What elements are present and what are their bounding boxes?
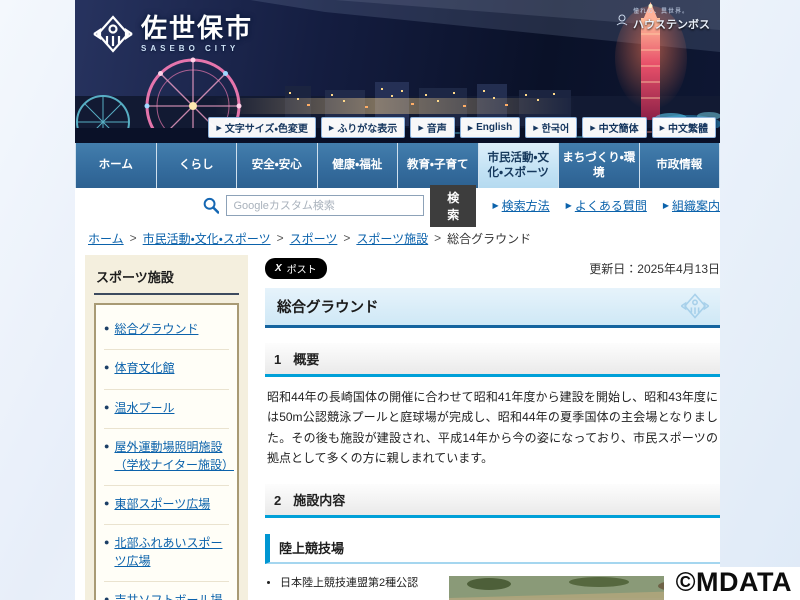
search-icon bbox=[203, 196, 219, 215]
site-title: 佐世保市 bbox=[141, 15, 253, 41]
mdata-watermark: ©MDATA bbox=[664, 567, 800, 600]
audio-button[interactable]: ▶音声 bbox=[410, 117, 454, 138]
breadcrumb-home[interactable]: ホーム bbox=[88, 230, 124, 247]
htb-tagline: 憧れの、異世界。 bbox=[633, 6, 710, 15]
breadcrumb-separator: > bbox=[130, 231, 137, 245]
arrow-marker-icon: ▶ bbox=[533, 124, 538, 132]
nav-tab-kurashi[interactable]: くらし bbox=[157, 143, 238, 188]
search-method-link[interactable]: ▶検索方法 bbox=[492, 197, 549, 214]
arrow-marker-icon: ▶ bbox=[590, 124, 595, 132]
nav-tab-machizukuri[interactable]: まちづくり・環境 bbox=[559, 143, 640, 188]
search-button[interactable]: 検索 bbox=[430, 185, 476, 227]
sidebar-item-taiiku-bunkakan[interactable]: ●体育文化館 bbox=[104, 350, 229, 389]
nav-tab-kyoiku[interactable]: 教育・子育て bbox=[398, 143, 479, 188]
post-row: X ポスト 更新日：2025年4月13日 bbox=[265, 258, 720, 279]
bullet-icon: ● bbox=[104, 400, 109, 417]
bullet-icon: ● bbox=[104, 592, 109, 600]
sidebar-item-hokubu-fureai[interactable]: ●北部ふれあいスポーツ広場 bbox=[104, 525, 229, 582]
english-button[interactable]: ▶English bbox=[460, 117, 521, 138]
nav-tab-shimin-katsudo[interactable]: 市民活動・文化・スポーツ bbox=[479, 143, 560, 188]
facility-spec-list: 日本陸上競技連盟第2種公認 トラック：400m×9レーン（全天候型舗装、写真判定… bbox=[265, 576, 441, 600]
arrow-marker-icon: ▶ bbox=[660, 124, 665, 132]
arrow-marker-icon: ▶ bbox=[566, 201, 572, 210]
nav-tab-shisei[interactable]: 市政情報 bbox=[640, 143, 721, 188]
breadcrumb-current: 総合グラウンド bbox=[447, 230, 531, 247]
header-banner: 佐世保市 SASEBO CITY 憧れの、異世界。 ハウステンボス ▶文字サイズ… bbox=[75, 0, 720, 143]
breadcrumb: ホーム > 市民活動・文化・スポーツ > スポーツ > スポーツ施設 > 総合グ… bbox=[75, 223, 720, 253]
bullet-icon: ● bbox=[104, 535, 109, 570]
nav-tab-home[interactable]: ホーム bbox=[75, 143, 157, 188]
bullet-icon: ● bbox=[104, 321, 109, 338]
x-post-button[interactable]: X ポスト bbox=[265, 258, 327, 279]
city-emblem-watermark-icon bbox=[680, 293, 710, 319]
breadcrumb-separator: > bbox=[343, 231, 350, 245]
main-navigation: ホーム くらし 安全・安心 健康・福祉 教育・子育て 市民活動・文化・スポーツ … bbox=[75, 143, 720, 188]
breadcrumb-sports-facility[interactable]: スポーツ施設 bbox=[356, 230, 428, 247]
sidebar: スポーツ施設 ●総合グラウンド ●体育文化館 ●温水プール ●屋外運動場照明施設… bbox=[85, 255, 248, 600]
city-emblem-icon bbox=[93, 14, 133, 54]
furigana-button[interactable]: ▶ふりがな表示 bbox=[321, 117, 405, 138]
huis-ten-bosch-label: 憧れの、異世界。 ハウステンボス bbox=[615, 6, 710, 33]
sidebar-item-sogo-ground[interactable]: ●総合グラウンド bbox=[104, 311, 229, 350]
arrow-marker-icon: ▶ bbox=[216, 124, 221, 132]
breadcrumb-shimin[interactable]: 市民活動・文化・スポーツ bbox=[143, 230, 271, 247]
arrow-marker-icon: ▶ bbox=[468, 124, 473, 132]
site-title-en: SASEBO CITY bbox=[141, 44, 253, 53]
organization-link[interactable]: ▶組織案内 bbox=[663, 197, 720, 214]
facility-detail-row: 日本陸上競技連盟第2種公認 トラック：400m×9レーン（全天候型舗装、写真判定… bbox=[265, 576, 720, 600]
subsection-heading-track: 陸上競技場 bbox=[265, 534, 720, 564]
bullet-icon: ● bbox=[104, 439, 109, 474]
huis-ten-bosch-crest-icon bbox=[615, 13, 629, 27]
arrow-marker-icon: ▶ bbox=[329, 124, 334, 132]
updated-date: 更新日：2025年4月13日 bbox=[589, 260, 720, 277]
x-logo-icon: X bbox=[275, 263, 282, 274]
breadcrumb-separator: > bbox=[277, 231, 284, 245]
font-size-color-button[interactable]: ▶文字サイズ・色変更 bbox=[208, 117, 316, 138]
sidebar-item-okugai-shomei[interactable]: ●屋外運動場照明施設（学校ナイター施設） bbox=[104, 429, 229, 486]
breadcrumb-separator: > bbox=[434, 231, 441, 245]
main-content: X ポスト 更新日：2025年4月13日 総合グラウンド bbox=[265, 255, 720, 600]
content-column: 佐世保市 SASEBO CITY 憧れの、異世界。 ハウステンボス ▶文字サイズ… bbox=[75, 0, 720, 600]
page-title: 総合グラウンド bbox=[265, 288, 720, 328]
sidebar-item-yoshii-softball[interactable]: ●吉井ソフトボール場 bbox=[104, 582, 229, 600]
arrow-marker-icon: ▶ bbox=[492, 201, 498, 210]
section-heading-facilities: 2施設内容 bbox=[265, 484, 720, 518]
nav-tab-anzen[interactable]: 安全・安心 bbox=[237, 143, 318, 188]
utility-button-row: ▶文字サイズ・色変更 ▶ふりがな表示 ▶音声 ▶English ▶한국어 ▶中文… bbox=[208, 117, 716, 138]
htb-name: ハウステンボス bbox=[633, 19, 710, 31]
chinese-simplified-button[interactable]: ▶中文簡体 bbox=[582, 117, 646, 138]
bullet-icon: ● bbox=[104, 496, 109, 513]
bullet-icon: ● bbox=[104, 360, 109, 377]
arrow-marker-icon: ▶ bbox=[418, 124, 423, 132]
site-logo[interactable]: 佐世保市 SASEBO CITY bbox=[93, 14, 253, 54]
spec-certification: 日本陸上競技連盟第2種公認 bbox=[280, 576, 441, 592]
sidebar-item-tobu-sports[interactable]: ●東部スポーツ広場 bbox=[104, 486, 229, 525]
search-input[interactable] bbox=[226, 195, 424, 216]
breadcrumb-sports[interactable]: スポーツ bbox=[290, 230, 338, 247]
overview-text: 昭和44年の長崎国体の開催に合わせて昭和41年度から建設を開始し、昭和43年度に… bbox=[267, 387, 718, 469]
chinese-traditional-button[interactable]: ▶中文繁體 bbox=[652, 117, 716, 138]
search-bar: 検索 ▶検索方法 ▶よくある質問 ▶組織案内 bbox=[75, 188, 720, 223]
sidebar-title[interactable]: スポーツ施設 bbox=[94, 264, 239, 295]
search-helper-links: ▶検索方法 ▶よくある質問 ▶組織案内 bbox=[492, 197, 720, 214]
arrow-marker-icon: ▶ bbox=[663, 201, 669, 210]
korean-button[interactable]: ▶한국어 bbox=[525, 117, 577, 138]
sidebar-menu: ●総合グラウンド ●体育文化館 ●温水プール ●屋外運動場照明施設（学校ナイター… bbox=[94, 303, 239, 600]
page-body: スポーツ施設 ●総合グラウンド ●体育文化館 ●温水プール ●屋外運動場照明施設… bbox=[75, 253, 720, 600]
faq-link[interactable]: ▶よくある質問 bbox=[566, 197, 647, 214]
section-heading-overview: 1概要 bbox=[265, 343, 720, 377]
nav-tab-kenko[interactable]: 健康・福祉 bbox=[318, 143, 399, 188]
sidebar-item-onsui-pool[interactable]: ●温水プール bbox=[104, 390, 229, 429]
